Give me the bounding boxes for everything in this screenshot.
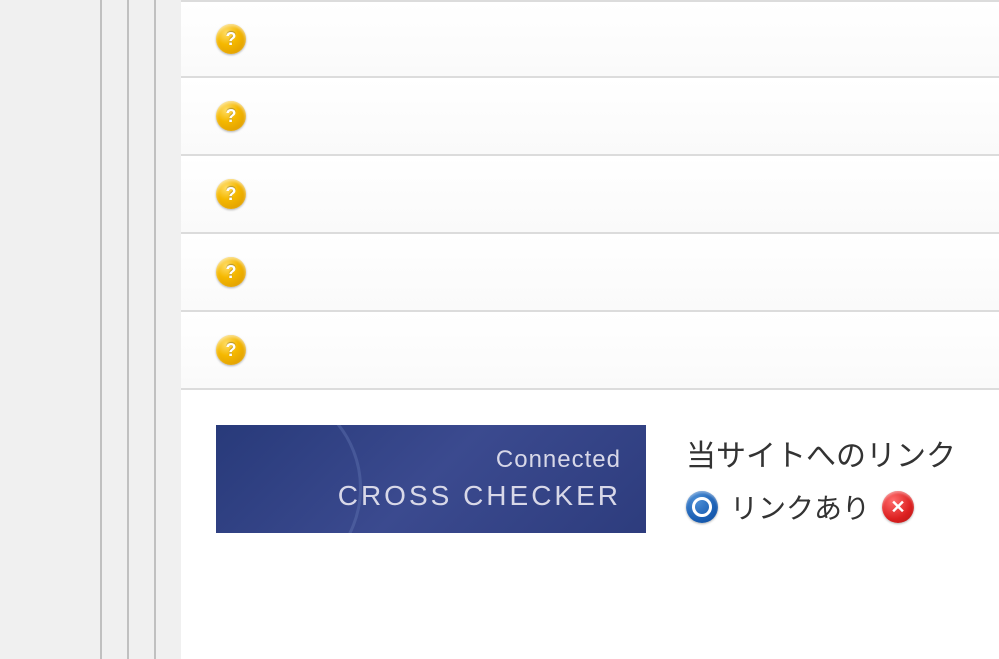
question-icon bbox=[216, 179, 246, 209]
cross-icon bbox=[882, 491, 914, 523]
list-item[interactable] bbox=[181, 156, 999, 234]
border-line bbox=[100, 0, 102, 659]
list-item[interactable] bbox=[181, 0, 999, 78]
list-item[interactable] bbox=[181, 234, 999, 312]
question-icon bbox=[216, 101, 246, 131]
question-icon bbox=[216, 24, 246, 54]
circle-icon bbox=[686, 491, 718, 523]
question-icon bbox=[216, 335, 246, 365]
main-container: Connected CROSS CHECKER 当サイトへのリンク リンクあり bbox=[0, 0, 999, 659]
link-present-label: リンクあり bbox=[730, 487, 870, 527]
question-icon bbox=[216, 257, 246, 287]
border-line bbox=[127, 0, 129, 659]
cross-checker-banner[interactable]: Connected CROSS CHECKER bbox=[216, 425, 646, 533]
footer-area: Connected CROSS CHECKER 当サイトへのリンク リンクあり bbox=[181, 390, 999, 553]
list-item[interactable] bbox=[181, 312, 999, 390]
link-status-row: リンクあり bbox=[686, 487, 956, 527]
left-border-group bbox=[0, 0, 181, 659]
link-status-title: 当サイトへのリンク bbox=[686, 431, 956, 475]
link-status-area: 当サイトへのリンク リンクあり bbox=[686, 431, 956, 527]
list-item[interactable] bbox=[181, 78, 999, 156]
border-line bbox=[154, 0, 156, 659]
content-area: Connected CROSS CHECKER 当サイトへのリンク リンクあり bbox=[181, 0, 999, 659]
banner-line-1: Connected bbox=[496, 446, 621, 474]
banner-line-2: CROSS CHECKER bbox=[338, 480, 621, 512]
